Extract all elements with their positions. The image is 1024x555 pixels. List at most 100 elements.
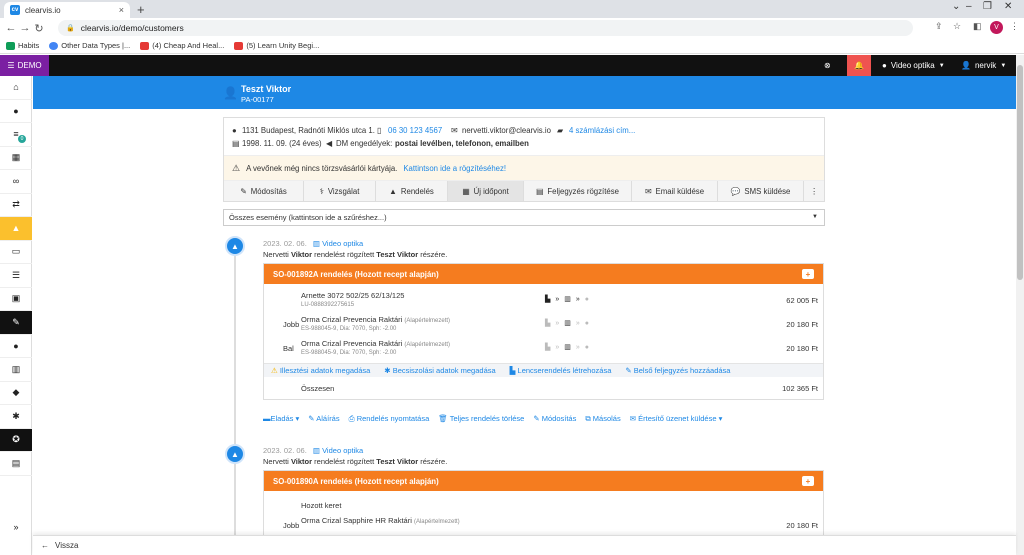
sms-icon: 💬: [730, 186, 741, 196]
bookmark-item[interactable]: (4) Cheap And Heal...: [140, 41, 224, 50]
chevron-down-icon[interactable]: ⌄: [952, 1, 960, 12]
warning-text: A vevőnek még nincs törzsvásárlói kártyá…: [246, 163, 398, 173]
browser-tab[interactable]: cv clearvis.io ×: [4, 2, 130, 18]
money-icon[interactable]: ▭: [0, 241, 32, 264]
order-button[interactable]: ▲ Rendelés: [376, 181, 448, 201]
event-store[interactable]: ▥ Video optika: [313, 446, 363, 455]
store-selector[interactable]: ● Video optika ▼: [882, 55, 945, 76]
sign-link[interactable]: ✎ Aláírás: [308, 414, 339, 424]
minimize-icon[interactable]: –: [966, 1, 972, 12]
sale-dropdown[interactable]: ▬Eladás ▾: [263, 414, 299, 424]
youtube-icon: [234, 41, 244, 50]
share-icon[interactable]: ⇪: [935, 21, 943, 32]
url-field[interactable]: 🔒 clearvis.io/demo/customers: [58, 20, 913, 36]
event-description: Nervetti Viktor rendelést rögzített Tesz…: [263, 250, 448, 259]
send-sms-button[interactable]: 💬 SMS küldése: [718, 181, 804, 201]
wrench-icon[interactable]: ✎: [0, 311, 32, 335]
event-date: 2023. 02. 06. ▥ Video optika: [263, 446, 364, 455]
event-filter-select[interactable]: Összes esemény (kattintson ide a szűrésh…: [223, 209, 825, 226]
calendar-icon[interactable]: ▦: [0, 147, 32, 170]
scrollbar[interactable]: [1016, 55, 1024, 555]
delete-order-link[interactable]: 🗑 Teljes rendelés törlése: [438, 414, 524, 424]
bell-icon[interactable]: 🔔: [847, 55, 871, 76]
lens-order-link[interactable]: ▙ Lencserendelés létrehozása: [510, 366, 612, 375]
reload-icon[interactable]: ↻: [32, 22, 46, 35]
shopping-bag-icon[interactable]: ▲: [0, 217, 32, 241]
warning-link[interactable]: Kattintson ide a rögzítéséhez!: [403, 164, 506, 173]
restore-icon[interactable]: ❐: [983, 1, 992, 12]
envelope-icon: ✉: [451, 126, 458, 135]
bookmark-icon: [49, 41, 59, 50]
billing-link[interactable]: 4 számlázási cím...: [569, 126, 635, 135]
exchange-icon[interactable]: ⇄: [0, 194, 32, 217]
chevron-right-icon[interactable]: »: [0, 516, 32, 540]
demo-menu-button[interactable]: ☰ DEMO: [0, 55, 49, 76]
lock-icon: 🔒: [66, 25, 75, 32]
forward-arrow-icon[interactable]: →: [18, 22, 32, 34]
order-header[interactable]: SO-001890A rendelés (Hozott recept alapj…: [264, 471, 823, 491]
grinding-data-link[interactable]: ✱ Becsiszolási adatok megadása: [384, 366, 495, 375]
profile-avatar[interactable]: V: [990, 21, 1003, 34]
edit-icon: ✎: [625, 366, 632, 375]
bookmark-item[interactable]: (5) Learn Unity Begi...: [234, 41, 319, 50]
birthday-icon: ▤: [232, 139, 240, 148]
event-store[interactable]: ▥ Video optika: [313, 239, 363, 248]
internal-note-link[interactable]: ✎ Belső feljegyzés hozzáadása: [625, 366, 730, 375]
plus-icon[interactable]: +: [802, 269, 814, 279]
briefcase-icon[interactable]: ▣: [0, 288, 32, 311]
close-icon[interactable]: ×: [119, 5, 124, 15]
order-item: Jobb Orma Crizal Prevencia Raktári (Alap…: [283, 315, 818, 332]
user-icon: 👤: [223, 86, 238, 100]
building-icon[interactable]: ▥: [0, 358, 32, 382]
list-lines-icon[interactable]: ☰: [0, 264, 32, 288]
map-marker-icon: ●: [882, 61, 887, 70]
add-note-button[interactable]: ▤ Feljegyzés rögzítése: [524, 181, 632, 201]
close-circle-icon[interactable]: ⊗: [824, 55, 831, 76]
back-bar[interactable]: ← Vissza: [33, 535, 1016, 555]
copy-order-link[interactable]: ⧉ Másolás: [585, 414, 620, 424]
customer-card: ● 1131 Budapest, Radnóti Miklós utca 1. …: [223, 117, 825, 202]
bookmark-item[interactable]: Habits: [6, 41, 39, 50]
stethoscope-icon: ⚕: [319, 186, 324, 196]
user-icon[interactable]: ●: [0, 100, 32, 123]
youtube-icon: [140, 41, 150, 50]
send-email-button[interactable]: ✉ Email küldése: [632, 181, 718, 201]
user-menu[interactable]: 👤 nervik ▼: [961, 55, 1006, 76]
back-arrow-icon[interactable]: ←: [4, 22, 18, 34]
modify-button[interactable]: ✎ Módosítás: [224, 181, 304, 201]
plus-icon[interactable]: +: [802, 476, 814, 486]
order-header[interactable]: SO-001892A rendelés (Hozott recept alapj…: [264, 264, 823, 284]
app-topbar: ☰ DEMO ⊗ 🔔 ● Video optika ▼ 👤 nervik ▼: [0, 55, 1024, 76]
new-appointment-button[interactable]: ▦ Új időpont: [448, 181, 524, 201]
new-tab-icon[interactable]: +: [137, 2, 145, 17]
person-icon[interactable]: ●: [0, 335, 32, 358]
print-order-link[interactable]: ⎙ Rendelés nyomtatása: [349, 414, 430, 424]
more-icon[interactable]: ⋮: [804, 181, 824, 201]
kebab-menu-icon[interactable]: ⋮: [1010, 21, 1019, 32]
notify-dropdown[interactable]: ✉ Értesítő üzenet küldése ▾: [630, 414, 723, 424]
glasses-icon[interactable]: ∞: [0, 170, 32, 194]
sidepanel-icon[interactable]: ◧: [973, 21, 982, 32]
caret-down-icon: ▼: [938, 62, 945, 69]
exam-button[interactable]: ⚕ Vizsgálat: [304, 181, 376, 201]
window-close-icon[interactable]: ✕: [1004, 1, 1012, 12]
bookmark-item[interactable]: Other Data Types |...: [49, 41, 130, 50]
caret-down-icon: ▼: [1000, 62, 1007, 69]
modify-order-link[interactable]: ✎ Módosítás: [533, 414, 576, 424]
back-arrow-icon: ←: [41, 541, 49, 550]
soccer-icon[interactable]: ✪: [0, 428, 32, 452]
star-icon[interactable]: ☆: [953, 21, 961, 32]
fitting-data-link[interactable]: ⚠ Illesztési adatok megadása: [271, 366, 370, 375]
customer-name: Teszt Viktor: [241, 84, 292, 94]
order-card: SO-001892A rendelés (Hozott recept alapj…: [263, 263, 824, 400]
scroll-thumb[interactable]: [1017, 65, 1023, 280]
order-item: Arnette 3072 502/25 62/13/125 LU-0888392…: [301, 291, 818, 308]
tag-icon[interactable]: ◆: [0, 382, 32, 405]
list-icon[interactable]: ≡ 0: [0, 123, 32, 147]
email-text[interactable]: nervetti.viktor@clearvis.io: [462, 126, 551, 135]
archive-icon[interactable]: ▤: [0, 452, 32, 476]
calendar-icon: ▦: [462, 186, 470, 196]
gear-icon[interactable]: ✱: [0, 405, 32, 429]
phone-link[interactable]: 06 30 123 4567: [388, 126, 442, 135]
home-icon[interactable]: ⌂: [0, 76, 32, 100]
